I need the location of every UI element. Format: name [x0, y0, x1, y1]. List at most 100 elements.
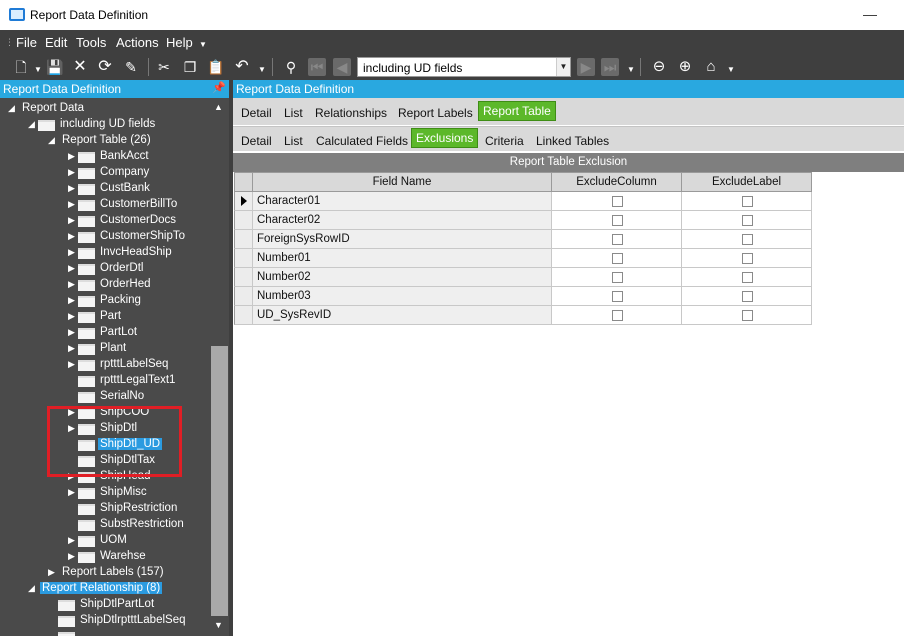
column-header-exclude-label[interactable]: ExcludeLabel — [681, 172, 812, 192]
previous-record-icon[interactable]: ◀ — [333, 58, 351, 76]
row-indicator[interactable] — [234, 306, 253, 325]
tree-node[interactable]: ShipRestriction — [0, 501, 210, 517]
subtab-criteria[interactable]: Criteria — [485, 134, 524, 148]
collapsed-arrow-icon[interactable]: ▶ — [68, 263, 78, 274]
home-icon[interactable]: ⌂ — [702, 58, 720, 76]
subtab-linked-tables[interactable]: Linked Tables — [536, 134, 609, 148]
tree-node[interactable]: ▶ OrderDtl — [0, 261, 210, 277]
row-indicator[interactable] — [234, 287, 253, 306]
collapsed-arrow-icon[interactable]: ▶ — [68, 247, 78, 258]
binoculars-icon[interactable]: ⚲ — [282, 58, 300, 76]
exclude-column-checkbox[interactable] — [612, 196, 623, 207]
tree-node[interactable]: ▶ BankAcct — [0, 149, 210, 165]
scroll-down-icon[interactable]: ▼ — [214, 620, 223, 630]
tree-node[interactable]: ▶ ShipMisc — [0, 485, 210, 501]
tree-node[interactable]: ShipDtlrptttLabelSeq — [0, 613, 210, 629]
tree-node[interactable]: ▶ Report Labels (157) — [0, 565, 210, 581]
tree-node[interactable]: ▶ CustomerBillTo — [0, 197, 210, 213]
exclude-column-checkbox[interactable] — [612, 234, 623, 245]
subtab-detail[interactable]: Detail — [241, 134, 272, 148]
undo-dropdown-icon[interactable]: ▼ — [258, 65, 266, 74]
row-indicator[interactable] — [234, 230, 253, 249]
tree-node[interactable]: ▶ PartLot — [0, 325, 210, 341]
tree-node[interactable]: ▶ Plant — [0, 341, 210, 357]
row-indicator[interactable] — [234, 268, 253, 287]
exclude-column-checkbox[interactable] — [612, 291, 623, 302]
exclude-column-checkbox[interactable] — [612, 215, 623, 226]
collapsed-arrow-icon[interactable]: ▶ — [68, 359, 78, 370]
last-record-icon[interactable]: ⏭ — [601, 58, 619, 76]
paste-icon[interactable]: 📋 — [207, 58, 225, 76]
tree-node[interactable]: ◢ Report Table (26) — [0, 133, 210, 149]
chevron-down-icon[interactable]: ▼ — [556, 58, 570, 76]
tree-node[interactable]: ▶ CustomerDocs — [0, 213, 210, 229]
cut-icon[interactable]: ✂ — [155, 58, 173, 76]
field-name-cell[interactable]: Character01 — [253, 192, 552, 211]
nav-dropdown-icon[interactable]: ▼ — [627, 65, 635, 74]
collapsed-arrow-icon[interactable]: ▶ — [68, 327, 78, 338]
collapsed-arrow-icon[interactable]: ▶ — [68, 279, 78, 290]
first-record-icon[interactable]: ⏮ — [308, 58, 326, 76]
copy-icon[interactable]: ❐ — [181, 58, 199, 76]
tree-node[interactable]: ▶ UOM — [0, 533, 210, 549]
subtab-list[interactable]: List — [284, 134, 303, 148]
subtab-calculated-fields[interactable]: Calculated Fields — [316, 134, 408, 148]
field-name-cell[interactable]: Character02 — [253, 211, 552, 230]
clear-icon[interactable]: ✎ — [122, 58, 140, 76]
collapsed-arrow-icon[interactable]: ▶ — [68, 231, 78, 242]
exclude-label-checkbox[interactable] — [742, 215, 753, 226]
exclude-label-checkbox[interactable] — [742, 234, 753, 245]
tree-node[interactable]: rptttLegalText1 — [0, 373, 210, 389]
back-icon[interactable]: ⊖ — [650, 58, 668, 76]
tree-node[interactable]: ▶ InvcHeadShip — [0, 245, 210, 261]
tree-node[interactable]: ▶ rptttLabelSeq — [0, 357, 210, 373]
tree-node[interactable]: ▶ Part — [0, 309, 210, 325]
tab-report-table[interactable]: Report Table — [478, 101, 556, 121]
field-name-cell[interactable]: Number02 — [253, 268, 552, 287]
tab-relationships[interactable]: Relationships — [315, 106, 387, 120]
exclude-label-checkbox[interactable] — [742, 253, 753, 264]
forward-icon[interactable]: ⊕ — [676, 58, 694, 76]
exclude-label-checkbox[interactable] — [742, 310, 753, 321]
exclude-column-checkbox[interactable] — [612, 272, 623, 283]
scrollbar-thumb[interactable] — [211, 346, 228, 616]
menu-file[interactable]: File — [16, 35, 37, 50]
tree-node[interactable]: ◢ Report Data — [0, 101, 210, 117]
pin-icon[interactable]: 📌 — [212, 81, 226, 94]
tree-node[interactable]: ▶ CustomerShipTo — [0, 229, 210, 245]
new-dropdown-icon[interactable]: ▼ — [34, 65, 42, 74]
field-name-cell[interactable]: UD_SysRevID — [253, 306, 552, 325]
expanded-arrow-icon[interactable]: ◢ — [48, 135, 58, 146]
record-combo[interactable]: including UD fields ▼ — [357, 57, 571, 77]
save-icon[interactable]: 💾 — [46, 58, 64, 76]
tree-node[interactable] — [0, 629, 210, 636]
tree-node[interactable]: ▶ CustBank — [0, 181, 210, 197]
collapsed-arrow-icon[interactable]: ▶ — [68, 295, 78, 306]
delete-icon[interactable]: ✕ — [71, 58, 89, 76]
row-indicator[interactable] — [234, 249, 253, 268]
row-indicator[interactable] — [234, 192, 253, 211]
menu-actions[interactable]: Actions — [116, 35, 159, 50]
tab-detail[interactable]: Detail — [241, 106, 272, 120]
undo-icon[interactable]: ↶ — [233, 58, 251, 76]
field-name-cell[interactable]: Number01 — [253, 249, 552, 268]
collapsed-arrow-icon[interactable]: ▶ — [68, 551, 78, 562]
column-header-field-name[interactable]: Field Name — [252, 172, 552, 192]
collapsed-arrow-icon[interactable]: ▶ — [68, 311, 78, 322]
collapsed-arrow-icon[interactable]: ▶ — [68, 487, 78, 498]
collapsed-arrow-icon[interactable]: ▶ — [68, 215, 78, 226]
exclude-label-checkbox[interactable] — [742, 291, 753, 302]
tree-scrollbar[interactable]: ▲ ▼ — [210, 98, 229, 636]
tree-node[interactable]: ◢ Report Relationship (8) — [0, 581, 210, 597]
next-record-icon[interactable]: ▶ — [577, 58, 595, 76]
collapsed-arrow-icon[interactable]: ▶ — [68, 343, 78, 354]
expanded-arrow-icon[interactable]: ◢ — [8, 103, 18, 114]
collapsed-arrow-icon[interactable]: ▶ — [68, 199, 78, 210]
subtab-exclusions[interactable]: Exclusions — [411, 128, 479, 148]
menu-edit[interactable]: Edit — [45, 35, 67, 50]
exclude-column-checkbox[interactable] — [612, 310, 623, 321]
tree-node[interactable]: ▶ Company — [0, 165, 210, 181]
collapsed-arrow-icon[interactable]: ▶ — [68, 183, 78, 194]
tree-view[interactable]: ◢ Report Data ◢ including UD fields ◢ Report … — [0, 98, 229, 636]
refresh-icon[interactable]: ⟳ — [96, 58, 114, 76]
